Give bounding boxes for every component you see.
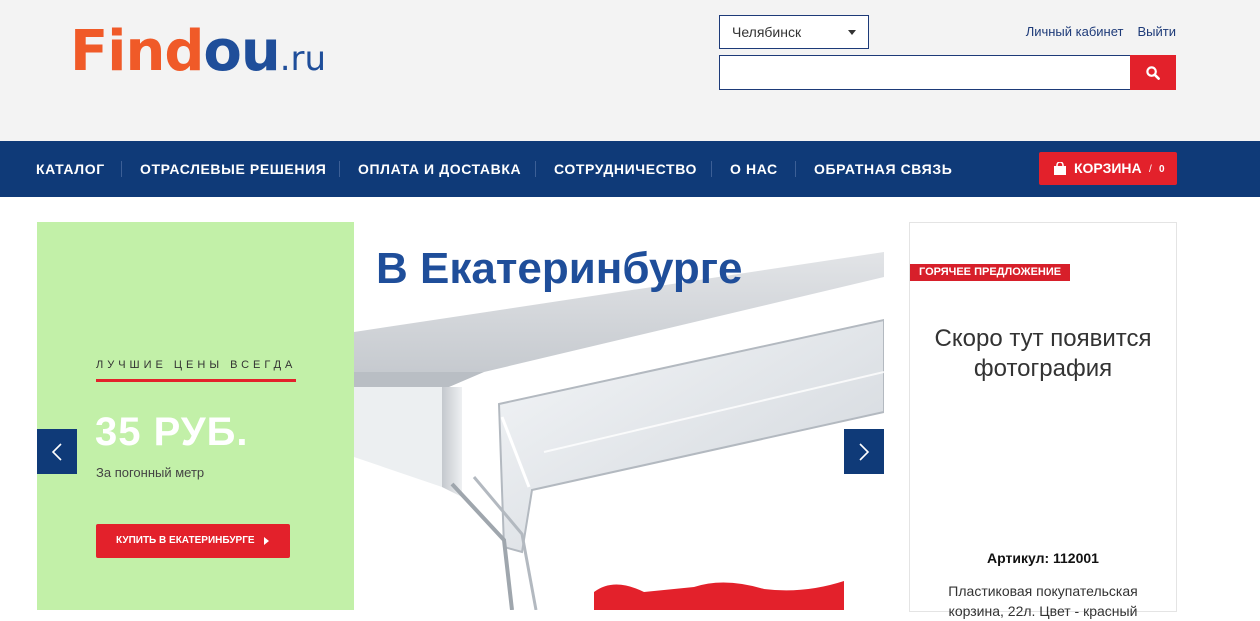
city-select[interactable]: Челябинск bbox=[719, 15, 869, 49]
cart-label: КОРЗИНА bbox=[1074, 160, 1142, 176]
caret-right-icon bbox=[264, 537, 269, 545]
logout-link[interactable]: Выйти bbox=[1138, 24, 1177, 39]
promo-unit: За погонный метр bbox=[96, 465, 205, 480]
chevron-down-icon bbox=[848, 30, 856, 35]
nav-divider bbox=[339, 161, 340, 177]
nav-item-feedback[interactable]: ОБРАТНАЯ СВЯЗЬ bbox=[814, 141, 952, 197]
search-input[interactable] bbox=[719, 55, 1131, 90]
tagline-underline bbox=[96, 379, 296, 382]
site-header: Findou.ru Челябинск Личный кабинет Выйти bbox=[0, 0, 1260, 141]
nav-divider bbox=[711, 161, 712, 177]
account-link[interactable]: Личный кабинет bbox=[1026, 24, 1124, 39]
chevron-left-icon bbox=[51, 442, 62, 461]
promo-tagline: ЛУЧШИЕ ЦЕНЫ ВСЕГДА bbox=[96, 359, 297, 371]
search-button[interactable] bbox=[1130, 55, 1176, 90]
city-select-value: Челябинск bbox=[732, 24, 802, 40]
slider-next-button[interactable] bbox=[844, 429, 884, 474]
nav-item-catalog[interactable]: КАТАЛОГ bbox=[36, 141, 105, 197]
product-article: Артикул: 112001 bbox=[987, 550, 1099, 566]
nav-divider bbox=[795, 161, 796, 177]
cart-separator: / bbox=[1149, 164, 1152, 175]
nav-item-payment-delivery[interactable]: ОПЛАТА И ДОСТАВКА bbox=[358, 141, 521, 197]
shopping-bag-icon bbox=[1054, 162, 1066, 175]
hot-offer-badge: ГОРЯЧЕЕ ПРЕДЛОЖЕНИЕ bbox=[910, 264, 1071, 281]
promo-slide-image: В Екатеринбурге bbox=[354, 222, 884, 610]
promo-slider: ЛУЧШИЕ ЦЕНЫ ВСЕГДА 35 РУБ. За погонный м… bbox=[37, 222, 884, 610]
cart-count: 0 bbox=[1159, 164, 1165, 175]
photo-placeholder-text: Скоро тут появится фотография bbox=[934, 325, 1152, 382]
logo-text-accent: ou bbox=[203, 19, 280, 84]
chevron-right-icon bbox=[859, 442, 870, 461]
slider-prev-button[interactable] bbox=[37, 429, 77, 474]
logo-domain: .ru bbox=[279, 39, 327, 79]
hot-offer-card[interactable]: ГОРЯЧЕЕ ПРЕДЛОЖЕНИЕ Скоро тут появится ф… bbox=[909, 222, 1177, 619]
cart-button[interactable]: КОРЗИНА / 0 bbox=[1039, 152, 1177, 185]
promo-price: 35 РУБ. bbox=[95, 410, 249, 454]
nav-divider bbox=[535, 161, 536, 177]
buy-button-label: КУПИТЬ В ЕКАТЕРИНБУРГЕ bbox=[116, 535, 255, 546]
promo-slide-info: ЛУЧШИЕ ЦЕНЫ ВСЕГДА 35 РУБ. За погонный м… bbox=[37, 222, 354, 610]
nav-item-industry-solutions[interactable]: ОТРАСЛЕВЫЕ РЕШЕНИЯ bbox=[140, 141, 326, 197]
logo-text: Find bbox=[70, 19, 204, 84]
nav-item-cooperation[interactable]: СОТРУДНИЧЕСТВО bbox=[554, 141, 697, 197]
product-description: Пластиковая покупательская корзина, 22л.… bbox=[948, 583, 1138, 619]
account-links: Личный кабинет Выйти bbox=[1012, 24, 1176, 39]
nav-divider bbox=[121, 161, 122, 177]
search-icon bbox=[1146, 65, 1160, 80]
promo-headline: В Екатеринбурге bbox=[376, 244, 743, 293]
site-logo[interactable]: Findou.ru bbox=[70, 20, 326, 91]
nav-item-about[interactable]: О НАС bbox=[730, 141, 778, 197]
buy-button[interactable]: КУПИТЬ В ЕКАТЕРИНБУРГЕ bbox=[96, 524, 290, 558]
